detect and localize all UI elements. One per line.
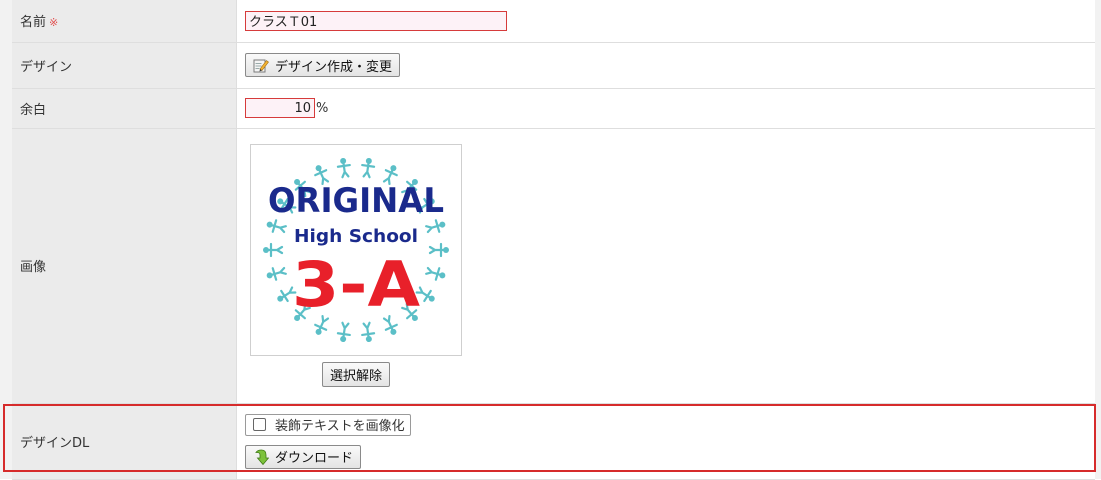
design-edit-button-label: デザイン作成・変更 <box>275 59 393 75</box>
edit-pencil-icon <box>253 59 269 73</box>
rasterize-text-checkbox-group[interactable]: 装飾テキストを画像化 <box>245 413 411 436</box>
required-mark: ※ <box>49 16 59 30</box>
image-label: 画像 <box>20 260 47 275</box>
name-label: 名前 <box>20 15 47 31</box>
design-edit-button[interactable]: デザイン作成・変更 <box>245 53 401 77</box>
logo-line3: 3-A <box>292 248 420 321</box>
logo-ring-figure <box>336 157 351 179</box>
design-label-cell: デザイン <box>12 42 237 89</box>
logo-ring-figure <box>361 157 376 179</box>
download-arrow-icon <box>255 449 269 465</box>
logo-ring-figure <box>263 242 284 258</box>
logo-line2: High School <box>294 226 418 247</box>
logo-ring-figure <box>361 321 376 343</box>
design-row: デザイン デザイン作成・変更 <box>12 42 1095 89</box>
page: 名前※ デザイン デザイ <box>0 0 1101 480</box>
design-value-cell: デザイン作成・変更 <box>236 42 1095 89</box>
name-input[interactable] <box>245 10 507 31</box>
margin-label-cell: 余白 <box>12 88 237 129</box>
design-dl-row: デザインDL 装飾テキストを画像化 ダウンロード <box>12 403 1095 480</box>
name-label-cell: 名前 ※ <box>12 0 237 43</box>
name-row: 名前 ※ <box>12 0 1095 43</box>
rasterize-text-checkbox-label: 装飾テキストを画像化 <box>275 419 405 434</box>
logo-ring-figure <box>266 266 287 281</box>
margin-value-cell: % <box>236 88 1095 129</box>
margin-row: 余白 % <box>12 88 1095 129</box>
image-label-cell: 画像 <box>12 128 237 404</box>
download-button-label: ダウンロード <box>275 451 354 466</box>
class-logo-image: ORIGINAL High School 3-A <box>263 157 449 343</box>
design-dl-controls: 装飾テキストを画像化 ダウンロード <box>245 413 1095 469</box>
download-button[interactable]: ダウンロード <box>245 444 362 469</box>
deselect-button[interactable]: 選択解除 <box>321 362 390 387</box>
image-preview[interactable]: ORIGINAL High School 3-A <box>250 144 462 356</box>
logo-ring-figure <box>336 321 351 343</box>
logo-line1: ORIGINAL <box>268 181 444 221</box>
rasterize-text-checkbox[interactable] <box>253 418 266 431</box>
logo-ring-figure <box>425 266 446 281</box>
image-value-cell: ORIGINAL High School 3-A 選択解除 <box>236 128 1095 404</box>
design-dl-label: デザインDL <box>20 435 90 451</box>
name-value-cell <box>236 0 1095 43</box>
design-dl-label-cell: デザインDL <box>12 403 237 480</box>
logo-ring-figure <box>428 242 449 258</box>
design-dl-value-cell: 装飾テキストを画像化 ダウンロード <box>236 403 1095 480</box>
design-label: デザイン <box>20 59 73 75</box>
image-row: 画像 ORIGINAL High School 3-A 選択解除 <box>12 128 1095 404</box>
settings-form-table: 名前※ デザイン デザイ <box>12 0 1095 480</box>
image-column: ORIGINAL High School 3-A 選択解除 <box>250 144 462 387</box>
margin-unit: % <box>316 100 329 116</box>
margin-label: 余白 <box>20 102 47 118</box>
margin-input[interactable] <box>245 98 315 118</box>
